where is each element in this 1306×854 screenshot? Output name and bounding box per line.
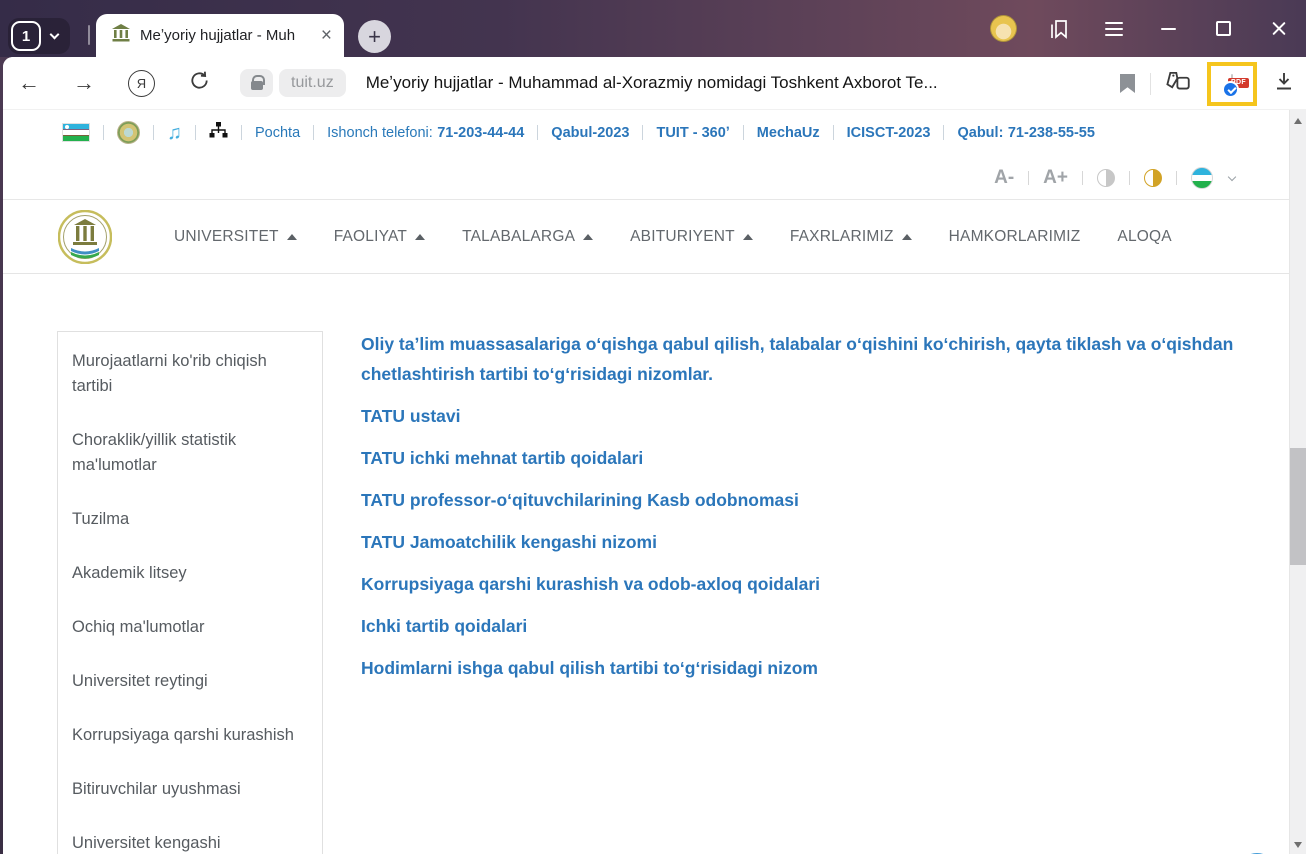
back-button[interactable]: ← (18, 70, 40, 96)
contrast-toggle-icon[interactable] (1097, 168, 1115, 187)
tab-count-label: 1 (11, 21, 41, 51)
sidebar-item-kengash[interactable]: Universitet kengashi (72, 831, 308, 854)
lock-icon[interactable] (240, 69, 273, 97)
contrast-gold-toggle-icon[interactable] (1144, 168, 1162, 187)
page-scrollbar[interactable] (1289, 110, 1306, 854)
yandex-icon[interactable]: Я (128, 69, 155, 97)
link-mechauz[interactable]: MechaUz (757, 125, 820, 141)
forward-button[interactable]: → (73, 70, 95, 96)
caret-icon (286, 233, 297, 240)
caret-icon (901, 233, 912, 240)
divider (88, 25, 90, 45)
uzbekistan-flag-icon[interactable] (62, 123, 90, 142)
nav-item-abituriyent[interactable]: ABITURIYENT (630, 228, 753, 246)
font-increase-button[interactable]: A+ (1043, 167, 1068, 189)
new-tab-button[interactable]: + (358, 20, 391, 53)
doc-link-korrupsiya-qoidalari[interactable]: Korrupsiyaga qarshi kurashish va odob-ax… (361, 569, 1261, 599)
language-flag-icon[interactable] (1191, 166, 1213, 189)
sidebar-item-statistika[interactable]: Choraklik/yillik statistik ma'lumotlar (72, 428, 308, 478)
link-icisct-2023[interactable]: ICISCT-2023 (847, 125, 931, 141)
trust-phone-number[interactable]: 71-203-44-44 (437, 125, 524, 141)
url-domain[interactable]: tuit.uz (279, 69, 346, 97)
address-bar: ← → Я tuit.uz Meʼyoriy hujjatlar - Muham… (3, 57, 1306, 110)
sitemap-icon[interactable] (209, 121, 228, 144)
bookmarks-panel-icon[interactable] (1031, 17, 1086, 41)
sidebar-item-ochiq-malumotlar[interactable]: Ochiq ma'lumotlar (72, 615, 308, 640)
admission-phone-number[interactable]: 71-238-55-55 (1008, 125, 1095, 141)
caret-icon (415, 233, 426, 240)
scrollbar-down-icon[interactable] (1294, 842, 1302, 848)
doc-link-kasb-odobnomasi[interactable]: TATU professor-oʻqituvchilarining Kasb o… (361, 485, 1261, 515)
caret-icon (583, 233, 594, 240)
nav-item-faxrlarimiz[interactable]: FAXRLARIMIZ (790, 228, 912, 246)
admission-phone-label[interactable]: Qabul: (957, 125, 1003, 141)
reload-icon[interactable] (188, 69, 211, 97)
browser-window: ← → Я tuit.uz Meʼyoriy hujjatlar - Muham… (0, 57, 1306, 854)
sidebar-item-murojaatlar[interactable]: Murojaatlarni ko'rib chiqish tartibi (72, 349, 308, 399)
doc-link-ichki-tartib[interactable]: Ichki tartib qoidalari (361, 611, 1261, 641)
browser-tab[interactable]: Meʼyoriy hujjatlar - Muh × (96, 14, 344, 57)
sidebar-item-reyting[interactable]: Universitet reytingi (72, 669, 308, 694)
divider (1150, 72, 1151, 95)
chevron-down-icon[interactable] (41, 29, 67, 40)
bookmark-icon[interactable] (1120, 74, 1135, 93)
doc-link-ustav[interactable]: TATU ustavi (361, 401, 1261, 431)
nav-item-talabalarga[interactable]: TALABALARGA (462, 228, 594, 246)
anthem-music-icon[interactable]: ♫ (167, 123, 182, 143)
site-navbar: UNIVERSITET FAOLIYAT TALABALARGA ABITURI… (3, 200, 1289, 274)
window-close-button[interactable] (1251, 20, 1306, 37)
doc-link-jamoatchilik[interactable]: TATU Jamoatchilik kengashi nizomi (361, 527, 1261, 557)
site-favicon-icon (111, 23, 131, 48)
nav-item-hamkorlarimiz[interactable]: HAMKORLARIMIZ (949, 228, 1081, 246)
profile-avatar[interactable] (976, 15, 1031, 42)
sidebar-item-akademik-litsey[interactable]: Akademik litsey (72, 561, 308, 586)
caret-icon (742, 233, 753, 240)
scrollbar-thumb[interactable] (1290, 448, 1306, 565)
main-navigation: UNIVERSITET FAOLIYAT TALABALARGA ABITURI… (174, 228, 1172, 246)
accessibility-bar: A- A+ (994, 155, 1237, 200)
window-minimize-button[interactable] (1141, 27, 1196, 30)
university-logo[interactable] (57, 209, 113, 264)
address-page-title[interactable]: Meʼyoriy hujjatlar - Muhammad al-Xorazmi… (366, 73, 938, 93)
sidebar-item-bitiruvchilar[interactable]: Bitiruvchilar uyushmasi (72, 777, 308, 802)
link-tuit-360[interactable]: TUIT - 360ʼ (656, 125, 729, 141)
doc-link-mehnat-tartib[interactable]: TATU ichki mehnat tartib qoidalari (361, 443, 1261, 473)
tab-counter[interactable]: 1 (8, 18, 70, 54)
web-page: ♫ Pochta Ishonch telefoni: 71-203-44-44 … (3, 110, 1289, 854)
sidebar-item-tuzilma[interactable]: Tuzilma (72, 507, 308, 532)
download-icon[interactable] (1272, 69, 1296, 98)
state-emblem-icon[interactable] (117, 121, 140, 144)
browser-titlebar: 1 Meʼyoriy hujjatlar - Muh × + (0, 0, 1306, 57)
pdf-extension-button[interactable]: PDF (1222, 73, 1249, 98)
tab-title: Meʼyoriy hujjatlar - Muh (140, 27, 296, 44)
chevron-down-icon[interactable] (1227, 172, 1237, 181)
doc-link-nizomlar[interactable]: Oliy taʼlim muassasalariga oʻqishga qabu… (361, 329, 1241, 389)
nav-item-aloqa[interactable]: ALOQA (1117, 228, 1171, 246)
nav-item-faoliyat[interactable]: FAOLIYAT (334, 228, 426, 246)
link-pochta[interactable]: Pochta (255, 125, 300, 141)
font-decrease-button[interactable]: A- (994, 167, 1014, 189)
tab-close-icon[interactable]: × (319, 26, 334, 45)
nav-item-universitet[interactable]: UNIVERSITET (174, 228, 297, 246)
window-maximize-button[interactable] (1196, 21, 1251, 36)
sidebar-item-korrupsiya[interactable]: Korrupsiyaga qarshi kurashish (72, 723, 308, 748)
document-list: Oliy taʼlim muassasalariga oʻqishga qabu… (361, 329, 1261, 695)
scrollbar-up-icon[interactable] (1294, 118, 1302, 124)
sidebar-menu: Murojaatlarni ko'rib chiqish tartibi Cho… (57, 331, 323, 854)
trust-phone-label[interactable]: Ishonch telefoni: (327, 125, 433, 141)
collections-icon[interactable] (1166, 68, 1192, 99)
pdf-extension-highlight: PDF (1207, 61, 1257, 106)
doc-link-hodimlar-nizom[interactable]: Hodimlarni ishga qabul qilish tartibi to… (361, 653, 1261, 683)
menu-icon[interactable] (1086, 21, 1141, 36)
check-badge-icon (1222, 80, 1239, 98)
site-utility-bar: ♫ Pochta Ishonch telefoni: 71-203-44-44 … (3, 110, 1289, 155)
link-qabul-2023[interactable]: Qabul-2023 (551, 125, 629, 141)
